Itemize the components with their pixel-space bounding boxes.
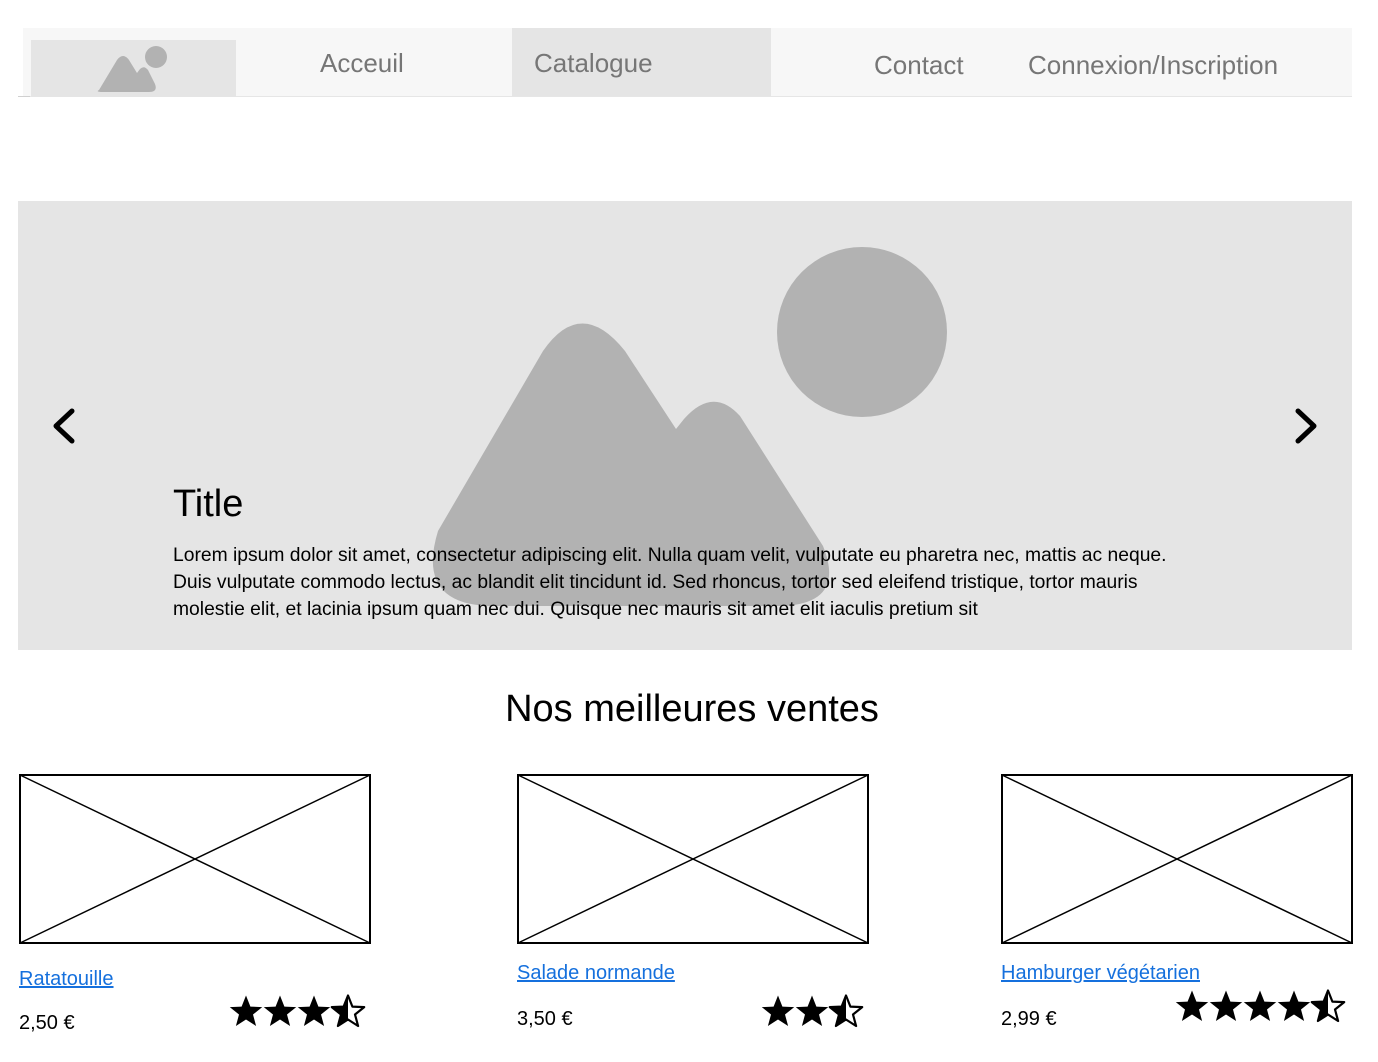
chevron-right-icon <box>1295 408 1317 444</box>
section-title-best-sellers: Nos meilleures ventes <box>505 688 879 730</box>
star-full-icon <box>761 995 795 1026</box>
star-half-icon <box>828 994 864 1028</box>
hero-carousel: Title Lorem ipsum dolor sit amet, consec… <box>18 201 1352 650</box>
nav-link-contact[interactable]: Contact <box>874 50 964 81</box>
stars-graphic <box>1175 989 1346 1023</box>
product-name-link[interactable]: Ratatouille <box>19 968 114 991</box>
star-full-icon <box>263 995 297 1026</box>
star-full-icon <box>1243 990 1277 1021</box>
star-full-icon <box>1175 990 1209 1021</box>
chevron-left-icon <box>53 408 75 444</box>
image-placeholder-icon <box>97 46 167 92</box>
product-price: 2,50 € <box>19 1012 75 1034</box>
product-image[interactable] <box>19 774 371 944</box>
product-image[interactable] <box>1001 774 1353 944</box>
star-half-icon <box>330 994 366 1028</box>
star-rating <box>1174 988 1348 1028</box>
image-placeholder-icon <box>1001 774 1353 944</box>
navbar-divider <box>18 96 30 97</box>
star-full-icon <box>795 995 829 1026</box>
product-price: 2,99 € <box>1001 1008 1057 1030</box>
carousel-next-button[interactable] <box>1286 401 1326 451</box>
star-rating <box>760 993 866 1033</box>
nav-link-home[interactable]: Acceuil <box>320 48 404 79</box>
slide-description: Lorem ipsum dolor sit amet, consectetur … <box>173 545 1167 620</box>
logo[interactable] <box>31 40 236 97</box>
slide-title: Title <box>173 483 244 525</box>
stars-graphic <box>229 994 366 1028</box>
image-placeholder-icon <box>19 774 371 944</box>
star-full-icon <box>1277 990 1311 1021</box>
product-image[interactable] <box>517 774 869 944</box>
nav-link-catalog[interactable]: Catalogue <box>534 48 653 79</box>
product-name-link[interactable]: Hamburger végétarien <box>1001 962 1200 985</box>
star-full-icon <box>1209 990 1243 1021</box>
carousel-prev-button[interactable] <box>46 401 86 451</box>
product-price: 3,50 € <box>517 1008 573 1030</box>
product-name-link[interactable]: Salade normande <box>517 962 675 985</box>
star-rating <box>228 993 368 1033</box>
image-placeholder-icon <box>517 774 869 944</box>
nav-link-login[interactable]: Connexion/Inscription <box>1028 50 1278 81</box>
star-full-icon <box>297 995 331 1026</box>
star-half-icon <box>1310 989 1346 1023</box>
star-full-icon <box>229 995 263 1026</box>
stars-graphic <box>761 994 864 1028</box>
